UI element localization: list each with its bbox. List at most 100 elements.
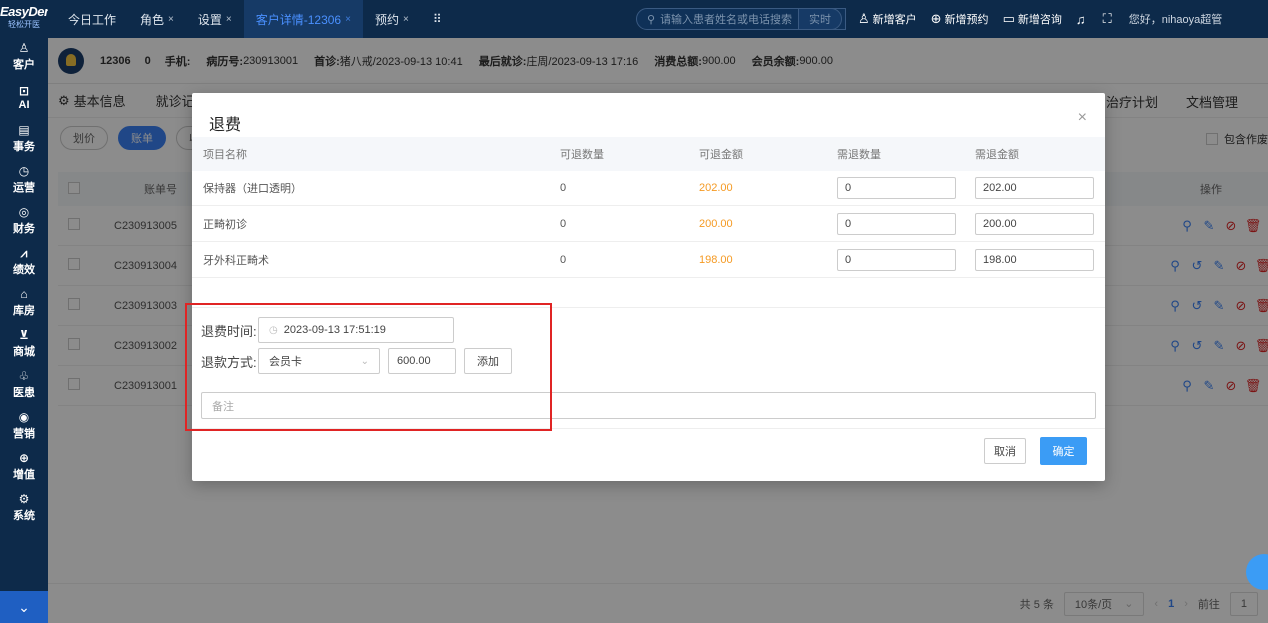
target-icon: ◉ [18,409,30,424]
refundable-qty: 0 [560,182,567,194]
sidebar-item-label: 财务 [13,222,35,235]
sidebar-item-label: AI [18,98,30,111]
tab-more-button[interactable]: ⠿ [421,0,454,38]
close-icon[interactable]: × [168,14,174,25]
search-icon: ⚲ [647,13,656,26]
add-appointment-button[interactable]: ⊕ 新增预约 [931,11,989,27]
sidebar-item-label: 商城 [13,345,35,358]
refundable-amount: 200.00 [699,218,733,230]
sidebar-collapse-button[interactable]: ⌄ [0,591,48,623]
sidebar-item-label: 医患 [13,386,35,399]
appointment-add-icon: ⊕ [930,11,942,26]
user-icon: ♙ [18,40,30,55]
sidebar-item-label: 事务 [13,140,35,153]
item-name: 牙外科正畸术 [203,255,269,267]
item-name: 正畸初诊 [203,219,247,231]
sidebar-item-marketing[interactable]: ◉ 营销 [0,405,48,446]
sidebar-item-patients[interactable]: ♧ 医患 [0,364,48,405]
table-row: 正畸初诊 0 200.00 0 200.00 [192,207,1105,242]
sidebar-item-performance[interactable]: ⩘ 绩效 [0,241,48,282]
refundable-qty: 0 [560,254,567,266]
refund-amount-input[interactable]: 198.00 [975,249,1094,271]
refundable-amount: 202.00 [699,182,733,194]
tab-label: 预约 [374,12,399,27]
grid-icon: ⠿ [432,12,442,26]
logo: EasyDent 轻松开医 [0,0,56,36]
add-consultation-button[interactable]: ▭ 新增咨询 [1003,11,1062,27]
user-greeting[interactable]: 您好，nihaoya超管 [1129,11,1223,27]
search-placeholder: 请输入患者姓名或电话搜索 [660,14,793,26]
action-label: 新增预约 [944,14,989,26]
people-icon: ♧ [18,368,30,383]
sidebar-item-label: 客户 [13,58,35,71]
logo-brand: EasyDent [0,4,56,19]
fullscreen-button[interactable]: ⛶ [1103,11,1115,27]
sidebar-item-label: 营销 [13,427,35,440]
sidebar-item-label: 运营 [13,181,35,194]
top-actions: ♙ 新增客户 ⊕ 新增预约 ▭ 新增咨询 ♫ ⛶ 您好，nihaoya超管 [858,0,1222,38]
tab-label: 设置 [197,12,222,27]
sidebar-item-label: 系统 [13,509,35,522]
item-name: 保持器（进口透明） [203,183,302,195]
tab-appointments[interactable]: 预约 × [363,0,421,38]
tab-today-work[interactable]: 今日工作 [48,0,128,38]
tab-roles[interactable]: 角色 × [128,0,186,38]
sidebar-item-mall[interactable]: ⊻ 商城 [0,323,48,364]
bell-icon: ♫ [1075,11,1086,27]
tab-settings[interactable]: 设置 × [186,0,244,38]
table-row: 牙外科正畸术 0 198.00 0 198.00 [192,243,1105,278]
close-icon[interactable]: × [403,14,409,25]
notification-button[interactable]: ♫ [1076,12,1089,27]
confirm-button[interactable]: 确定 [1040,437,1087,465]
task-icon: ▤ [18,122,30,137]
sidebar-item-label: 增值 [13,468,35,481]
sidebar-item-operations[interactable]: ◷ 运营 [0,159,48,200]
tab-label: 今日工作 [68,12,117,27]
action-label: 新增咨询 [1017,14,1062,26]
clock-icon: ◷ [18,163,30,178]
sidebar: EasyDent 轻松开医 ♙ 客户 ⊡ AI ▤ 事务 ◷ 运营 ◎ 财务 ⩘ 绩效 ⌂ 库… [0,0,56,623]
col-refund-amount: 需退金额 [975,149,1019,161]
chevron-down-icon: ⌄ [18,598,30,615]
sidebar-item-finance[interactable]: ◎ 财务 [0,200,48,241]
user-add-icon: ♙ [858,11,870,26]
col-refundable-amount: 可退金额 [699,149,743,161]
cancel-button[interactable]: 取消 [984,438,1026,464]
tab-label: 客户详情-12306 [255,12,342,27]
sidebar-item-value-added[interactable]: ⊕ 增值 [0,446,48,487]
warehouse-icon: ⌂ [20,286,28,301]
close-icon[interactable]: × [226,14,232,25]
realtime-search-button[interactable]: 实时 [798,8,842,30]
dialog-title: 退费 [209,117,242,134]
sidebar-item-label: 库房 [13,304,35,317]
message-icon: ▭ [1002,11,1015,26]
refund-qty-input[interactable]: 0 [837,249,956,271]
close-icon[interactable]: × [345,14,351,25]
sidebar-item-system[interactable]: ⚙ 系统 [0,487,48,528]
cart-icon: ⊻ [19,327,29,342]
table-row: 保持器（进口透明） 0 202.00 0 202.00 [192,171,1105,206]
col-item-name: 项目名称 [203,149,247,161]
refund-qty-input[interactable]: 0 [837,177,956,199]
tab-label: 角色 [140,12,165,27]
close-icon[interactable]: × [1078,109,1087,127]
refund-amount-input[interactable]: 202.00 [975,177,1094,199]
refund-qty-input[interactable]: 0 [837,213,956,235]
tab-customer-detail[interactable]: 客户详情-12306 × [243,0,363,38]
col-refundable-qty: 可退数量 [560,149,604,161]
fullscreen-icon: ⛶ [1102,11,1112,26]
add-customer-button[interactable]: ♙ 新增客户 [858,11,917,27]
annotation-highlight-box [185,303,552,431]
assistant-float-button[interactable] [1246,554,1268,590]
sidebar-item-ai[interactable]: ⊡ AI [0,77,48,118]
money-icon: ◎ [18,204,30,219]
gear-icon: ⚙ [18,491,30,506]
gift-icon: ⊕ [18,450,30,465]
refund-table-header: 项目名称 可退数量 可退金额 需退数量 需退金额 [192,137,1105,171]
sidebar-item-warehouse[interactable]: ⌂ 库房 [0,282,48,323]
refund-amount-input[interactable]: 200.00 [975,213,1094,235]
sidebar-item-tasks[interactable]: ▤ 事务 [0,118,48,159]
sidebar-item-customer[interactable]: ♙ 客户 [0,36,48,77]
action-label: 新增客户 [872,14,917,26]
refundable-qty: 0 [560,218,567,230]
